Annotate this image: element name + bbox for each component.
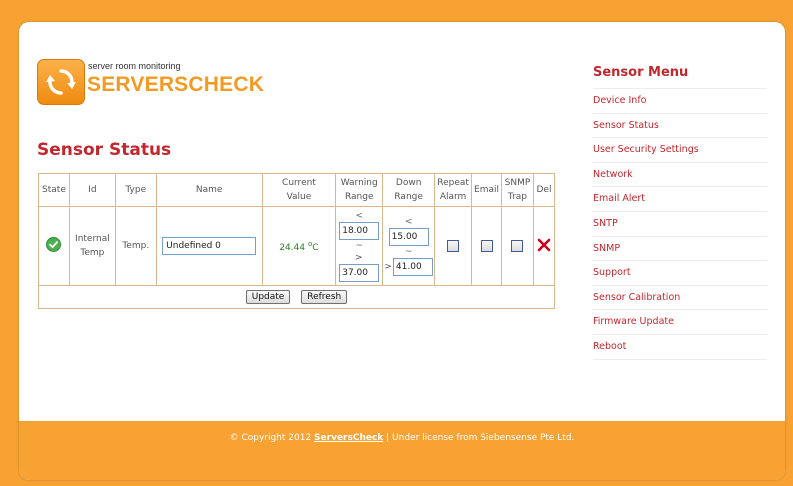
warning-low-input[interactable] — [339, 222, 380, 240]
header-repeat-alarm-line1: Repeat — [437, 178, 469, 188]
menu-item-sensor-status[interactable]: Sensor Status — [593, 112, 767, 138]
header-id: Id — [68, 173, 116, 207]
menu-item-email-alert[interactable]: Email Alert — [593, 186, 767, 211]
down-range-separator: ~ — [404, 247, 413, 257]
header-type: Type — [114, 173, 157, 207]
menu-item-snmp[interactable]: SNMP — [593, 235, 767, 261]
content-panel: server room monitoring SERVERSCHECK Sens… — [19, 22, 785, 480]
menu-item-sensor-calibration[interactable]: Sensor Calibration — [593, 284, 767, 310]
logo-name: SERVERSCHECK — [87, 73, 265, 96]
snmp-trap-cell — [501, 206, 534, 286]
email-checkbox[interactable] — [480, 240, 493, 252]
menu-item-support[interactable]: Support — [593, 260, 767, 285]
warning-gt-symbol: > — [354, 253, 363, 263]
footer-serverscheck-link[interactable]: ServersCheck — [314, 433, 383, 443]
footer-text: © Copyright 2012 ServersCheck | Under li… — [19, 433, 785, 443]
check-circle-icon — [46, 237, 62, 252]
header-state: State — [38, 173, 70, 207]
type-cell: Temp. — [114, 206, 157, 286]
sensor-status-table: State Id Type Name Current Value Warning… — [38, 173, 556, 309]
menu-item-reboot[interactable]: Reboot — [593, 333, 767, 360]
logo-tagline: server room monitoring — [88, 61, 181, 71]
delete-x-icon[interactable] — [537, 238, 551, 252]
menu-item-sntp[interactable]: SNTP — [593, 210, 767, 236]
header-down-range-line1: Down — [395, 178, 422, 188]
name-cell — [155, 206, 263, 286]
sensor-menu: Sensor Menu Device Info Sensor Status Us… — [593, 62, 767, 360]
down-low-input[interactable] — [388, 228, 429, 246]
warning-range-cell: < ~ > — [335, 206, 384, 286]
warning-lt-symbol: < — [355, 211, 363, 221]
header-down-range: Down Range — [382, 173, 436, 207]
header-name: Name — [155, 173, 263, 207]
header-warning-range-line2: Range — [344, 192, 374, 202]
menu-item-firmware-update[interactable]: Firmware Update — [593, 309, 767, 334]
del-cell — [532, 206, 556, 286]
menu-item-network[interactable]: Network — [593, 161, 767, 187]
header-current-value-line1: Current — [282, 178, 316, 188]
repeat-alarm-checkbox[interactable] — [447, 240, 460, 252]
sensor-name-input[interactable] — [162, 237, 257, 255]
header-repeat-alarm: Repeat Alarm — [434, 173, 473, 207]
menu-item-device-info[interactable]: Device Info — [593, 88, 767, 113]
table-header-row: State Id Type Name Current Value Warning… — [38, 173, 556, 207]
sensor-menu-title: Sensor Menu — [593, 65, 689, 80]
down-high-input[interactable] — [392, 258, 433, 276]
header-current-value-line2: Value — [286, 192, 312, 202]
header-current-value: Current Value — [261, 173, 337, 207]
table-row: Internal Temp Temp. 24.44 oC < ~ > — [38, 206, 556, 286]
header-snmp-trap: SNMP Trap — [501, 173, 534, 207]
header-warning-range-line1: Warning — [340, 178, 378, 188]
footer-copyright: © Copyright 2012 — [229, 433, 315, 443]
warning-range-separator: ~ — [355, 241, 363, 251]
email-cell — [471, 206, 502, 286]
sensor-id-line2: Temp — [80, 248, 105, 258]
footer-license: | Under license from Siebensense Pte Ltd… — [383, 433, 575, 443]
footer: © Copyright 2012 ServersCheck | Under li… — [19, 421, 785, 480]
menu-item-user-security-settings[interactable]: User Security Settings — [593, 137, 767, 162]
snmp-trap-checkbox[interactable] — [511, 240, 524, 252]
header-snmp-trap-line1: SNMP — [504, 178, 531, 188]
header-snmp-trap-line2: Trap — [507, 192, 528, 202]
warning-high-input[interactable] — [339, 264, 380, 282]
header-email: Email — [471, 173, 502, 207]
current-value: 24.44 — [279, 242, 306, 253]
current-value-cell: 24.44 oC — [261, 206, 337, 286]
current-unit: C — [312, 242, 319, 253]
sensor-id-line1: Internal — [75, 234, 110, 244]
header-del: Del — [532, 173, 556, 207]
header-warning-range: Warning Range — [335, 173, 384, 207]
update-button[interactable]: Update — [245, 290, 291, 304]
id-cell: Internal Temp — [68, 206, 116, 286]
state-cell — [38, 206, 70, 286]
repeat-alarm-cell — [434, 206, 473, 286]
refresh-button[interactable]: Refresh — [301, 290, 348, 304]
down-lt-symbol: < — [404, 217, 413, 227]
header-repeat-alarm-line2: Alarm — [439, 192, 467, 202]
down-gt-symbol: > — [384, 262, 392, 272]
page-title: Sensor Status — [37, 140, 172, 160]
table-actions-row: Update Refresh — [38, 285, 555, 309]
down-range-cell: < ~ > — [382, 206, 436, 286]
header-down-range-line2: Range — [394, 192, 423, 202]
refresh-logo-icon — [37, 59, 85, 105]
table-actions-cell: Update Refresh — [38, 285, 555, 309]
logo: server room monitoring SERVERSCHECK — [37, 59, 267, 107]
